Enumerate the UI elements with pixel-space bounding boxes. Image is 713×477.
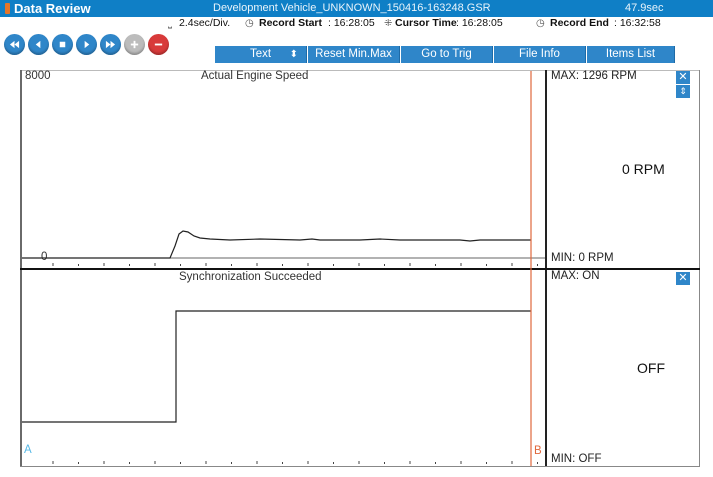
graph1-swap-button[interactable]: ⇕ bbox=[676, 85, 690, 98]
graph2-close-button[interactable]: ✕ bbox=[676, 272, 690, 285]
graph1-current-value: 0 RPM bbox=[622, 161, 665, 177]
graph2-current-value: OFF bbox=[637, 360, 665, 376]
graph1-min-value: MIN: 0 RPM bbox=[551, 252, 614, 264]
graph1-close-button[interactable]: ✕ bbox=[676, 71, 690, 84]
sync-succeeded-trace bbox=[22, 310, 531, 423]
engine-speed-trace bbox=[22, 230, 531, 259]
graph2-max-value: MAX: ON bbox=[551, 270, 600, 282]
graph2-ticks bbox=[52, 461, 538, 464]
graph1-ticks bbox=[52, 263, 538, 266]
graph1-max-value: MAX: 1296 RPM bbox=[551, 70, 637, 82]
graph2-min-value: MIN: OFF bbox=[551, 453, 602, 465]
